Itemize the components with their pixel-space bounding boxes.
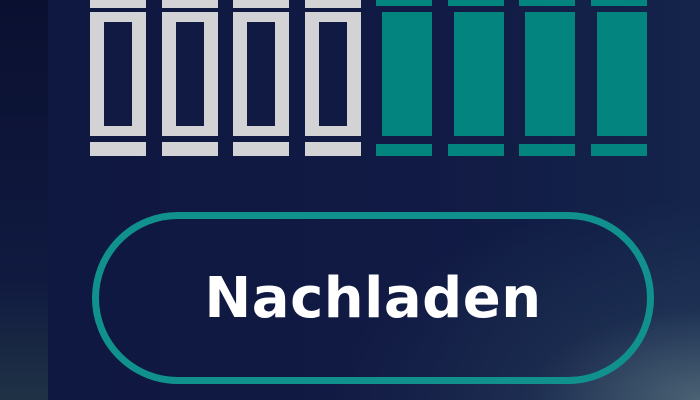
- ammo-slot-spent: [304, 0, 361, 158]
- ammo-slot-body: [161, 12, 218, 136]
- ammo-slot-cap-bottom: [519, 144, 575, 156]
- ammo-slot-spent: [233, 0, 289, 158]
- ammo-slot-cap-bottom: [590, 144, 647, 156]
- ammo-slot-empty-core: [175, 22, 204, 126]
- ammo-slot-cap-bottom: [90, 142, 146, 156]
- ammo-slot-cap-bottom: [233, 142, 289, 156]
- ammo-slot-cap-top: [304, 0, 361, 8]
- ammo-slot-empty-core: [104, 22, 132, 126]
- ammo-slot-cap-top: [519, 0, 575, 6]
- ammo-slot-cap-bottom: [376, 144, 432, 156]
- ammo-slot-cap-top: [447, 0, 504, 6]
- ammo-slot-spent: [90, 0, 146, 158]
- ammo-slot-loaded: [590, 0, 647, 158]
- reload-button[interactable]: Nachladen: [92, 212, 654, 384]
- ammo-slot-body: [90, 12, 146, 136]
- ammo-slot-cap-top: [590, 0, 647, 6]
- ammo-slot-body: [304, 12, 361, 136]
- ammo-slot-body: [596, 12, 647, 136]
- ammo-slot-cap-bottom: [447, 144, 504, 156]
- ammo-slot-body: [525, 12, 575, 136]
- reload-button-label: Nachladen: [204, 265, 542, 331]
- ammo-slot-cap-top: [233, 0, 289, 8]
- ammo-slot-body: [382, 12, 432, 136]
- ammo-slot-empty-core: [318, 22, 347, 126]
- ammo-slot-cap-top: [376, 0, 432, 6]
- ammo-slot-cap-bottom: [161, 142, 218, 156]
- ammo-indicator: [0, 0, 700, 170]
- ammo-slot-spent: [161, 0, 218, 158]
- ammo-slot-loaded: [376, 0, 432, 158]
- ammo-slot-body: [453, 12, 504, 136]
- ammo-slot-cap-top: [90, 0, 146, 8]
- ammo-slot-cap-top: [161, 0, 218, 8]
- ammo-slot-body: [233, 12, 289, 136]
- ammo-slot-loaded: [519, 0, 575, 158]
- ammo-slot-cap-bottom: [304, 142, 361, 156]
- ammo-slot-empty-core: [247, 22, 275, 126]
- ammo-slot-loaded: [447, 0, 504, 158]
